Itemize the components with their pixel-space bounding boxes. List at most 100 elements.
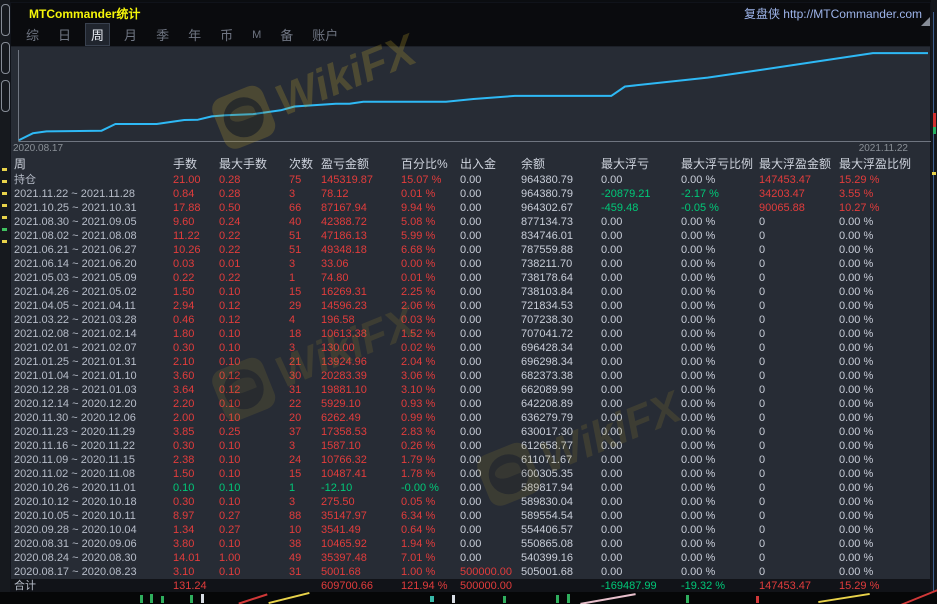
table-row[interactable]: 2021.08.30 ~ 2021.09.059.600.244042388.7… [11, 215, 930, 229]
decor-mark [268, 592, 309, 604]
cell: 40 [289, 215, 321, 229]
table-row[interactable]: 2020.11.30 ~ 2020.12.062.000.10206262.49… [11, 411, 930, 425]
table-row[interactable]: 2021.03.22 ~ 2021.03.280.460.124196.580.… [11, 313, 930, 327]
table-row[interactable]: 2021.04.05 ~ 2021.04.112.940.122914596.2… [11, 299, 930, 313]
cell: 6.68 % [401, 243, 460, 257]
cell: 0 [759, 341, 839, 355]
table-row[interactable]: 2021.05.03 ~ 2021.05.090.220.22174.800.0… [11, 271, 930, 285]
cell: 2020.08.17 ~ 2020.08.23 [11, 565, 173, 579]
table-row[interactable]: 2020.10.12 ~ 2020.10.180.300.103275.500.… [11, 495, 930, 509]
menu-item-备[interactable]: 备 [275, 24, 298, 45]
cell: 0 [759, 313, 839, 327]
cell: 1.52 % [401, 327, 460, 341]
cell: 17358.53 [321, 425, 401, 439]
cell: 1.79 % [401, 453, 460, 467]
table-row[interactable]: 2020.11.02 ~ 2020.11.081.500.101510487.4… [11, 467, 930, 481]
cell: 2020.11.02 ~ 2020.11.08 [11, 467, 173, 481]
table-row[interactable]: 2020.08.17 ~ 2020.08.233.100.10315001.68… [11, 565, 930, 579]
column-header-余额: 余额 [521, 155, 601, 173]
resize-grip[interactable] [921, 17, 930, 26]
cell: 0.25 [219, 425, 289, 439]
cell: 0.00 [460, 537, 521, 551]
decor-mark [933, 12, 934, 592]
cell: 0.10 [219, 565, 289, 579]
decor-mark [756, 596, 759, 603]
table-row[interactable]: 2021.01.25 ~ 2021.01.312.100.102113924.9… [11, 355, 930, 369]
table-row[interactable]: 2021.08.02 ~ 2021.08.0811.220.225147186.… [11, 229, 930, 243]
cell: 0.00 % [839, 509, 930, 523]
table-row[interactable]: 2020.10.05 ~ 2020.10.118.970.278835147.9… [11, 509, 930, 523]
cell: 0.00 [460, 187, 521, 201]
cell: 15.29 % [839, 579, 930, 593]
table-row[interactable]: 2021.02.08 ~ 2021.02.141.800.101810613.3… [11, 327, 930, 341]
cell: 0.00 % [681, 523, 759, 537]
table-total-row[interactable]: 合计131.24609700.66121.94 %500000.00-16948… [11, 579, 930, 593]
menu-item-币[interactable]: 币 [215, 24, 238, 45]
cell: 0.00 % [839, 481, 930, 495]
cell: 0 [759, 257, 839, 271]
menu-item-日[interactable]: 日 [53, 24, 76, 45]
cell: 0.22 [219, 243, 289, 257]
brand-link[interactable]: 复盘侠 http://MTCommander.com [744, 5, 922, 22]
cell: 877134.73 [521, 215, 601, 229]
table-row[interactable]: 持仓21.000.2875145319.8715.07 %0.00964380.… [11, 173, 930, 187]
table-row[interactable]: 2020.12.14 ~ 2020.12.202.200.10225929.10… [11, 397, 930, 411]
cell: 0.00 [460, 523, 521, 537]
cell: 35397.48 [321, 551, 401, 565]
table-row[interactable]: 2020.11.09 ~ 2020.11.152.380.102410766.3… [11, 453, 930, 467]
menu-item-季[interactable]: 季 [151, 24, 174, 45]
table-row[interactable]: 2021.01.04 ~ 2021.01.103.600.123020283.3… [11, 369, 930, 383]
menu-item-年[interactable]: 年 [183, 24, 206, 45]
cell: -12.10 [321, 481, 401, 495]
cell: 0.00 % [681, 439, 759, 453]
cell: 0.00 % [839, 229, 930, 243]
cell: 589830.04 [521, 495, 601, 509]
table-row[interactable]: 2021.06.21 ~ 2021.06.2710.260.225149348.… [11, 243, 930, 257]
equity-chart-panel[interactable]: 2020.08.17 2021.11.22 [11, 47, 930, 155]
menu-item-周[interactable]: 周 [85, 23, 110, 46]
cell: 0.10 [219, 537, 289, 551]
cell: 2.00 [173, 411, 219, 425]
cell: 0.00 % [681, 481, 759, 495]
cell: 630017.30 [521, 425, 601, 439]
table-row[interactable]: 2020.12.28 ~ 2021.01.033.640.123119881.1… [11, 383, 930, 397]
decor-mark [150, 594, 153, 603]
table-row[interactable]: 2021.06.14 ~ 2021.06.200.030.01333.060.0… [11, 257, 930, 271]
cell: 2021.11.22 ~ 2021.11.28 [11, 187, 173, 201]
cell: 74.80 [321, 271, 401, 285]
table-row[interactable]: 2020.08.24 ~ 2020.08.3014.011.004935397.… [11, 551, 930, 565]
cell: 0.00 [601, 243, 681, 257]
cell [289, 579, 321, 593]
table-row[interactable]: 2020.08.31 ~ 2020.09.063.800.103810465.9… [11, 537, 930, 551]
cell: 0.12 [219, 299, 289, 313]
cell: 0.00 [460, 453, 521, 467]
cell: 0.00 [460, 495, 521, 509]
table-row[interactable]: 2020.10.26 ~ 2020.11.010.100.101-12.10-0… [11, 481, 930, 495]
table-row[interactable]: 2021.02.01 ~ 2021.02.070.300.103130.000.… [11, 341, 930, 355]
cell: 738211.70 [521, 257, 601, 271]
table-row[interactable]: 2020.09.28 ~ 2020.10.041.340.27103541.49… [11, 523, 930, 537]
table-row[interactable]: 2020.11.16 ~ 2020.11.220.300.1031587.100… [11, 439, 930, 453]
cell: 16269.31 [321, 285, 401, 299]
menu-item-账户[interactable]: 账户 [307, 24, 343, 45]
cell: 0.10 [219, 285, 289, 299]
cell: 0 [759, 243, 839, 257]
cell: 0.24 [219, 215, 289, 229]
menu-item-综[interactable]: 综 [21, 24, 44, 45]
mtcommander-stats-window: MTCommander统计 复盘侠 http://MTCommander.com… [10, 2, 931, 592]
cell: 0 [759, 355, 839, 369]
table-row[interactable]: 2021.10.25 ~ 2021.10.3117.880.506687167.… [11, 201, 930, 215]
decor-mark [190, 595, 193, 603]
cell: 964380.79 [521, 173, 601, 187]
cell: 0 [759, 215, 839, 229]
cell: 10766.32 [321, 453, 401, 467]
table-row[interactable]: 2021.04.26 ~ 2021.05.021.500.101516269.3… [11, 285, 930, 299]
table-row[interactable]: 2020.11.23 ~ 2020.11.293.850.253717358.5… [11, 425, 930, 439]
table-row[interactable]: 2021.11.22 ~ 2021.11.280.840.28378.120.0… [11, 187, 930, 201]
menu-item-月[interactable]: 月 [119, 24, 142, 45]
menu-item-M[interactable]: M [247, 28, 266, 42]
cell: 0.00 % [839, 215, 930, 229]
cell: 2.25 % [401, 285, 460, 299]
cell: 0.00 [601, 565, 681, 579]
cell: 3.80 [173, 537, 219, 551]
